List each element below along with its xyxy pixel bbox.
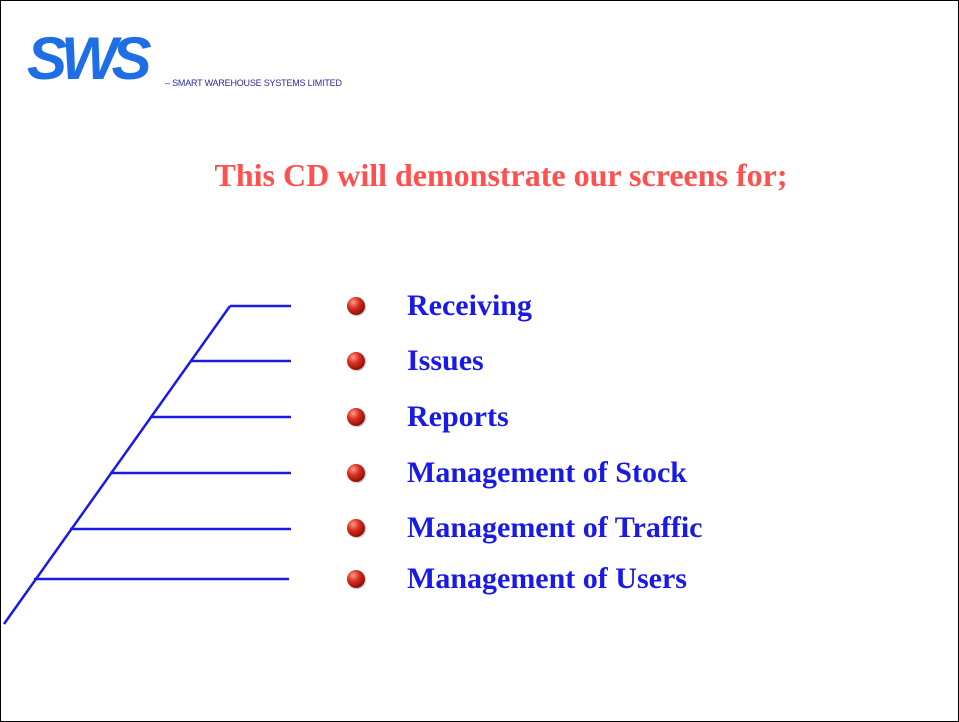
company-tagline: – SMART WAREHOUSE SYSTEMS LIMITED bbox=[165, 78, 342, 88]
list-item-reports: Reports bbox=[347, 397, 509, 437]
list-item-label: Reports bbox=[407, 400, 509, 433]
list-item-management-of-stock: Management of Stock bbox=[347, 453, 687, 493]
diagonal-line bbox=[2, 305, 232, 625]
list-item-management-of-traffic: Management of Traffic bbox=[347, 508, 702, 548]
list-item-receiving: Receiving bbox=[347, 286, 532, 326]
list-item-label: Receiving bbox=[407, 289, 532, 322]
list-item-label: Management of Users bbox=[407, 562, 687, 595]
page-heading: This CD will demonstrate our screens for… bbox=[214, 157, 788, 193]
bullet-icon bbox=[347, 519, 365, 537]
logo-text: SWS bbox=[27, 31, 152, 87]
bullet-icon bbox=[347, 570, 365, 588]
list-item-issues: Issues bbox=[347, 341, 484, 381]
bullet-icon bbox=[347, 408, 365, 426]
list-item-management-of-users: Management of Users bbox=[347, 559, 687, 599]
list-item-label: Management of Stock bbox=[407, 456, 687, 489]
bullet-icon bbox=[347, 464, 365, 482]
bullet-icon bbox=[347, 297, 365, 315]
sws-logo: SWS bbox=[27, 31, 158, 87]
slide: SWS – SMART WAREHOUSE SYSTEMS LIMITED Th… bbox=[0, 0, 959, 722]
list-item-label: Issues bbox=[407, 344, 484, 377]
list-item-label: Management of Traffic bbox=[407, 511, 703, 544]
bullet-icon bbox=[347, 352, 365, 370]
